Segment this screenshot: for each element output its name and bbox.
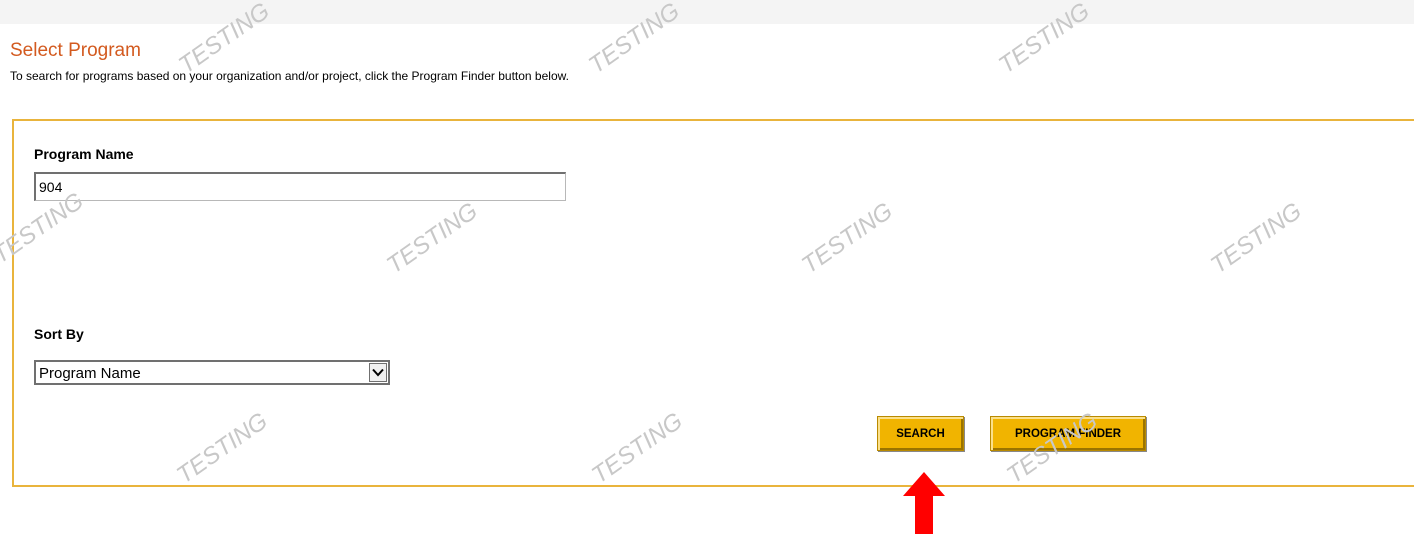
page-title: Select Program	[10, 40, 141, 61]
chevron-down-icon[interactable]	[369, 363, 387, 382]
sort-by-select[interactable]: Program Name	[34, 360, 390, 385]
sort-by-label: Sort By	[34, 326, 84, 342]
sort-by-selected-value: Program Name	[39, 365, 141, 382]
red-arrow-annotation	[903, 472, 945, 534]
program-name-input[interactable]	[34, 172, 566, 201]
top-bar	[0, 0, 1414, 24]
search-button[interactable]: SEARCH	[877, 416, 964, 451]
program-name-label: Program Name	[34, 146, 134, 162]
page-instructions: To search for programs based on your org…	[10, 69, 569, 83]
